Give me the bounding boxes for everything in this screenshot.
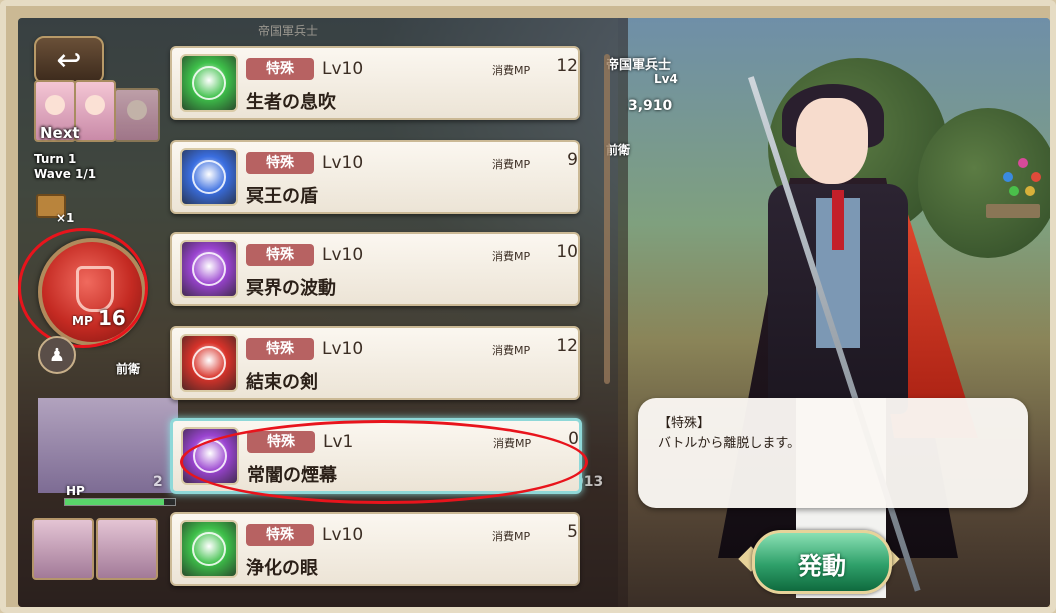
- return-arrow-icon: ↩: [56, 42, 82, 78]
- enemy-level: Lv4: [654, 72, 678, 86]
- skill-type-badge: 特殊: [246, 58, 314, 80]
- highlight-ring: [18, 228, 148, 348]
- mp-cost-value: 12: [556, 336, 578, 356]
- skill-emblem-icon: [180, 54, 238, 112]
- front-row-label: 前衛: [116, 362, 141, 376]
- turn-order-portrait: [74, 80, 116, 142]
- skill-description-box: 【特殊】 バトルから離脱します。: [638, 398, 1028, 508]
- enemy-name: 帝国軍兵士: [606, 58, 672, 73]
- skill-emblem-icon: [180, 334, 238, 392]
- activate-button-body: 発動: [752, 530, 892, 594]
- skill-emblem-icon: [180, 240, 238, 298]
- bench-portrait: [96, 518, 158, 580]
- description-type: 【特殊】: [658, 416, 711, 431]
- skill-card[interactable]: 特殊 Lv10 消費MP 10 冥界の波動: [170, 232, 580, 306]
- ally-hp-value: 2: [153, 474, 163, 490]
- wave-label: Wave 1/1: [34, 167, 97, 181]
- enemy-hp: 3,910: [628, 98, 673, 114]
- menu-bar-icon[interactable]: [986, 204, 1040, 218]
- skill-card[interactable]: 特殊 Lv10 消費MP 5 浄化の眼: [170, 512, 580, 586]
- battle-screen: 帝国軍兵士 ↩ Next Turn 1 Wave 1/1 ×1 MP 16 ♟ …: [18, 18, 1050, 607]
- skill-type-badge: 特殊: [246, 338, 314, 360]
- party-button[interactable]: ♟: [38, 336, 76, 374]
- skill-level: Lv10: [322, 525, 364, 545]
- skill-card[interactable]: 特殊 Lv10 消費MP 12 結束の剣: [170, 326, 580, 400]
- skill-level: Lv10: [322, 59, 364, 79]
- next-label: Next: [40, 124, 80, 142]
- character-face: [796, 98, 868, 184]
- hp-label: HP: [66, 484, 85, 498]
- header-text: 帝国軍兵士: [258, 24, 319, 38]
- skill-level: Lv10: [322, 339, 364, 359]
- mp-cost-label: 消費MP: [492, 530, 531, 543]
- skill-card[interactable]: 特殊 Lv10 消費MP 12 生者の息吹: [170, 46, 580, 120]
- character-tie: [832, 190, 844, 250]
- skill-emblem-icon: [180, 148, 238, 206]
- skill-type-badge: 特殊: [246, 524, 314, 546]
- activate-label: 発動: [798, 552, 846, 580]
- chest-count: ×1: [56, 211, 75, 225]
- character-illustration: [708, 58, 1008, 607]
- selection-highlight-ring: [180, 420, 588, 504]
- mp-cost-label: 消費MP: [492, 158, 531, 171]
- skill-card[interactable]: 特殊 Lv10 消費MP 9 冥王の盾: [170, 140, 580, 214]
- turn-label: Turn 1: [34, 152, 77, 166]
- skill-name: 冥王の盾: [246, 186, 318, 207]
- skill-name: 生者の息吹: [246, 92, 336, 113]
- mp-cost-value: 12: [556, 56, 578, 76]
- skill-type-badge: 特殊: [246, 244, 314, 266]
- hp-bar: [64, 498, 176, 506]
- mp-cost-value: 10: [556, 242, 578, 262]
- activate-button[interactable]: 発動: [738, 526, 900, 594]
- element-wheel-icon: [1003, 158, 1043, 198]
- mp-cost-label: 消費MP: [492, 344, 531, 357]
- back-button[interactable]: ↩: [34, 36, 104, 84]
- mp-cost-value: 5: [567, 522, 578, 542]
- skill-emblem-icon: [180, 520, 238, 578]
- skill-level: Lv10: [322, 245, 364, 265]
- skill-list-scrollbar[interactable]: [604, 54, 610, 384]
- skill-name: 浄化の眼: [246, 558, 318, 579]
- turn-order-portrait: [114, 88, 160, 142]
- skill-type-badge: 特殊: [246, 152, 314, 174]
- mp-cost-label: 消費MP: [492, 64, 531, 77]
- mp-cost-label: 消費MP: [492, 250, 531, 263]
- person-icon: ♟: [48, 344, 66, 366]
- mp-cost-value: 9: [567, 150, 578, 170]
- skill-name: 結束の剣: [246, 372, 318, 393]
- bench-portrait: [32, 518, 94, 580]
- game-frame: 帝国軍兵士 ↩ Next Turn 1 Wave 1/1 ×1 MP 16 ♟ …: [0, 0, 1056, 613]
- skill-level: Lv10: [322, 153, 364, 173]
- hp-bar-fill: [65, 499, 164, 505]
- skill-name: 冥界の波動: [246, 278, 336, 299]
- description-text: バトルから離脱します。: [658, 436, 801, 451]
